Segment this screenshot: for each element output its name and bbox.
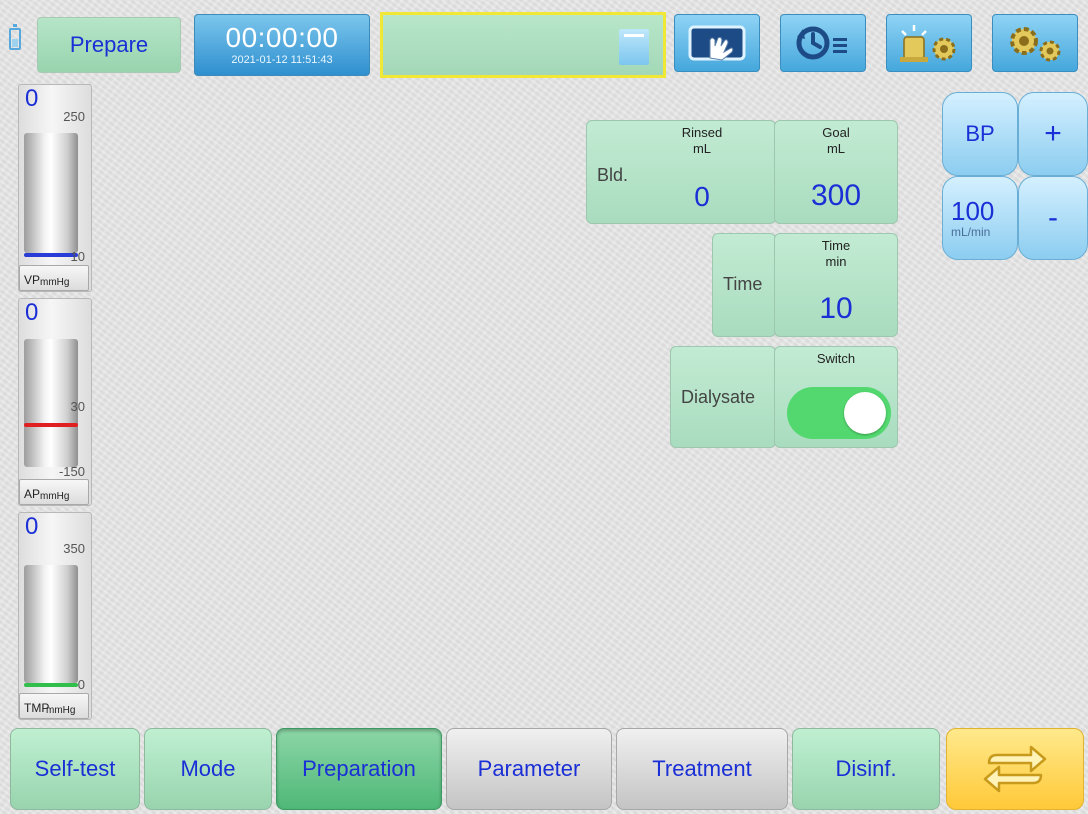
tmp-unit: mmHg <box>46 705 76 716</box>
bp-rate-unit: mL/min <box>951 225 991 239</box>
settings-gears-icon <box>1010 27 1061 62</box>
vp-value: 0 <box>25 85 39 112</box>
ap-lower-limit: -150 <box>58 464 85 479</box>
tab-treatment[interactable]: Treatment <box>616 728 788 810</box>
tmp-pressure-gauge[interactable]: 0 350 0 TMP mmHg <box>18 512 92 720</box>
alarm-settings-button[interactable] <box>886 14 972 72</box>
bp-increase-button[interactable]: + <box>1018 92 1088 176</box>
vp-name: VP <box>24 273 41 287</box>
tab-mode[interactable]: Mode <box>144 728 272 810</box>
vp-bar <box>24 133 78 257</box>
ap-label: AP mmHg <box>19 479 89 505</box>
tmp-bar <box>24 565 78 687</box>
message-box[interactable] <box>380 12 666 78</box>
blood-pump-button[interactable]: BP <box>942 92 1018 176</box>
tab-parameter[interactable]: Parameter <box>446 728 612 810</box>
hand-touch-button[interactable] <box>674 14 760 72</box>
bp-rate-display: 100 mL/min <box>942 176 1018 260</box>
clock-date: 2021-01-12 11:51:43 <box>231 54 333 66</box>
time-unit: min <box>825 254 847 269</box>
alarm-settings-icon <box>900 25 956 62</box>
tmp-upper-limit: 350 <box>63 541 85 556</box>
blood-rinsed-tile[interactable]: Bld. Rinsed mL 0 <box>586 120 776 224</box>
system-settings-button[interactable] <box>992 14 1078 72</box>
dialysate-label-tile: Dialysate <box>670 346 776 448</box>
bp-decrease-button[interactable]: - <box>1018 176 1088 260</box>
treatment-clock[interactable]: 00:00:00 2021-01-12 11:51:43 <box>194 14 370 76</box>
vp-upper-limit: 250 <box>63 109 85 124</box>
ap-unit: mmHg <box>40 491 70 502</box>
blood-label: Bld. <box>597 165 629 185</box>
ap-upper-limit: 30 <box>70 399 85 414</box>
goal-unit: mL <box>826 141 846 156</box>
rinsed-title: Rinsed <box>681 125 723 140</box>
dialysate-switch-tile: Switch <box>774 346 898 448</box>
venous-pressure-gauge[interactable]: 0 250 10 VP mmHg <box>18 84 92 292</box>
ap-marker <box>24 423 78 427</box>
bp-rate-value: 100 <box>951 196 995 226</box>
vp-lower-limit: 10 <box>70 249 85 264</box>
history-button[interactable] <box>780 14 866 72</box>
rinsed-header: Rinsed mL <box>667 125 737 157</box>
goal-header: Goal mL <box>775 125 897 157</box>
swap-arrows-icon <box>983 745 1047 793</box>
goal-value: 300 <box>810 179 862 212</box>
tab-self-test[interactable]: Self-test <box>10 728 140 810</box>
tmp-label: TMP mmHg <box>19 693 89 719</box>
vp-unit: mmHg <box>40 277 70 288</box>
hand-touch-icon <box>688 25 746 61</box>
dialysate-toggle[interactable] <box>787 387 891 439</box>
dialysate-label: Dialysate <box>681 387 756 407</box>
goal-title: Goal <box>822 125 850 140</box>
time-value-tile[interactable]: Time min 10 <box>774 233 898 337</box>
switch-title: Switch <box>816 351 856 366</box>
time-value: 10 <box>819 292 853 325</box>
ap-value: 0 <box>25 299 39 326</box>
arterial-pressure-gauge[interactable]: 0 30 -150 AP mmHg <box>18 298 92 506</box>
battery-icon <box>9 24 21 50</box>
time-label: Time <box>723 274 763 294</box>
tmp-marker <box>24 683 78 687</box>
clock-history-icon <box>796 26 847 60</box>
notepad-icon <box>619 29 649 65</box>
tab-disinfection[interactable]: Disinf. <box>792 728 940 810</box>
tmp-value: 0 <box>25 513 39 540</box>
rinsed-unit: mL <box>692 141 712 156</box>
clock-time: 00:00:00 <box>225 22 339 53</box>
tmp-lower-limit: 0 <box>77 677 85 692</box>
time-label-tile: Time <box>712 233 776 337</box>
rinsed-value: 0 <box>694 181 710 212</box>
vp-label: VP mmHg <box>19 265 89 291</box>
tab-preparation[interactable]: Preparation <box>276 728 442 810</box>
status-button[interactable]: Prepare <box>37 17 181 73</box>
switch-screen-button[interactable] <box>946 728 1084 810</box>
blood-goal-tile[interactable]: Goal mL 300 <box>774 120 898 224</box>
time-header: Time min <box>775 238 897 270</box>
ap-name: AP <box>24 487 41 501</box>
time-title: Time <box>821 238 851 253</box>
